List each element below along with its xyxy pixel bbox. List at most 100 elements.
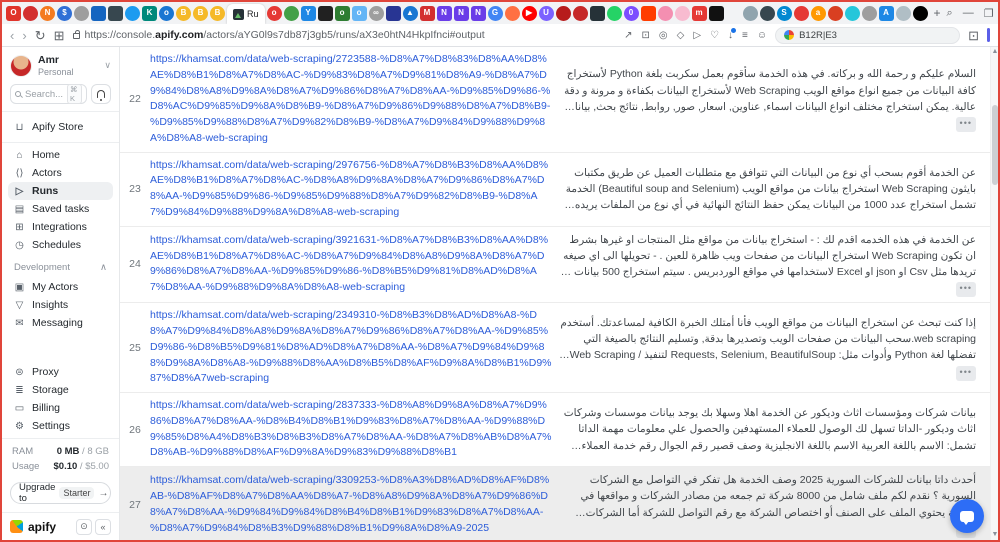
account-switcher[interactable]: Amr Personal ∨: [2, 47, 119, 82]
browser-tab-favicon[interactable]: ▶: [522, 6, 537, 21]
browser-tab-favicon[interactable]: [862, 6, 877, 21]
browser-tab-favicon[interactable]: [794, 6, 809, 21]
browser-tab-favicon[interactable]: o: [159, 6, 174, 21]
browser-tab-favicon[interactable]: K: [142, 6, 157, 21]
browser-tab-favicon[interactable]: [108, 6, 123, 21]
result-url-link[interactable]: https://khamsat.com/data/web-scraping/39…: [150, 233, 552, 296]
toolbar-icon[interactable]: ▷: [693, 30, 701, 41]
chat-widget-button[interactable]: [950, 499, 984, 533]
sidebar-item-messaging[interactable]: ✉ Messaging: [8, 314, 113, 332]
browser-tab-favicon[interactable]: $: [57, 6, 72, 21]
sidebar-item-runs[interactable]: ▷ Runs: [8, 182, 113, 200]
browser-tab-favicon[interactable]: [573, 6, 588, 21]
browser-tab-favicon[interactable]: [896, 6, 911, 21]
toolbar-icon[interactable]: ⊡: [642, 30, 650, 41]
browser-tab-favicon[interactable]: m: [692, 6, 707, 21]
result-url-link[interactable]: https://khamsat.com/data/web-scraping/27…: [150, 52, 552, 147]
browser-tab-favicon[interactable]: N: [471, 6, 486, 21]
browser-tab-favicon[interactable]: [23, 6, 38, 21]
scroll-up-icon[interactable]: ▲: [991, 47, 998, 57]
browser-tab-favicon[interactable]: [386, 6, 401, 21]
toolbar-icon[interactable]: ☺: [757, 30, 767, 41]
browser-tab-favicon[interactable]: [658, 6, 673, 21]
browser-tab-favicon[interactable]: B: [193, 6, 208, 21]
scrollbar[interactable]: ▲ ▼: [990, 47, 998, 540]
toolbar-icon[interactable]: ♡: [710, 30, 719, 41]
address-bar[interactable]: https://console.apify.com/actors/aYG0l9s…: [73, 29, 485, 41]
sidebar-item-my-actors[interactable]: ▣ My Actors: [8, 278, 113, 296]
browser-tab-favicon[interactable]: a: [811, 6, 826, 21]
upgrade-button[interactable]: Upgrade to Starter →: [10, 482, 111, 504]
search-input[interactable]: Search... ⌘ K: [10, 84, 87, 104]
collapse-sidebar-button[interactable]: «: [95, 519, 111, 535]
browser-tab-favicon[interactable]: [743, 6, 758, 21]
help-button[interactable]: ⊙: [76, 519, 92, 535]
browser-tab-favicon[interactable]: N: [40, 6, 55, 21]
toolbar-icon[interactable]: ≡: [742, 30, 748, 41]
browser-tab-favicon[interactable]: ∞: [369, 6, 384, 21]
browser-tab-favicon[interactable]: M: [420, 6, 435, 21]
result-url-link[interactable]: https://khamsat.com/data/web-scraping/33…: [150, 473, 552, 536]
sidebar-item-saved-tasks[interactable]: ▤ Saved tasks: [8, 200, 113, 218]
toolbar-icon[interactable]: ↗: [624, 30, 632, 41]
browser-tab-favicon[interactable]: [284, 6, 299, 21]
minimize-button[interactable]: —: [963, 7, 974, 19]
expand-more-button[interactable]: •••: [956, 117, 976, 132]
restore-button[interactable]: ❐: [984, 7, 994, 20]
expand-more-button[interactable]: •••: [956, 282, 976, 297]
browser-tab-favicon[interactable]: A: [879, 6, 894, 21]
browser-tab-favicon[interactable]: ▲: [403, 6, 418, 21]
browser-tab-favicon[interactable]: [760, 6, 775, 21]
forward-icon[interactable]: ›: [22, 29, 26, 42]
browser-tab-favicon[interactable]: [74, 6, 89, 21]
browser-tab-favicon[interactable]: N: [454, 6, 469, 21]
back-icon[interactable]: ‹: [10, 29, 14, 42]
browser-tab-favicon[interactable]: [675, 6, 690, 21]
result-url-link[interactable]: https://khamsat.com/data/web-scraping/23…: [150, 308, 552, 387]
browser-tab-favicon[interactable]: Y: [301, 6, 316, 21]
browser-tab-favicon[interactable]: [913, 6, 928, 21]
browser-tab-favicon[interactable]: [318, 6, 333, 21]
browser-tab-favicon[interactable]: S: [777, 6, 792, 21]
notifications-button[interactable]: [91, 84, 111, 104]
browser-tab-favicon[interactable]: [709, 6, 724, 21]
toolbar-icon[interactable]: ↓: [728, 30, 733, 41]
sidebar-item-proxy[interactable]: ⊜ Proxy: [8, 363, 113, 381]
scrollbar-thumb[interactable]: [992, 105, 998, 185]
browser-tab-favicon[interactable]: [828, 6, 843, 21]
sidebar-item-storage[interactable]: ≣ Storage: [8, 381, 113, 399]
browser-tab-favicon[interactable]: [726, 6, 741, 21]
browser-tab-favicon[interactable]: [590, 6, 605, 21]
reload-icon[interactable]: ↻: [35, 29, 46, 42]
development-section-header[interactable]: Development ∧: [2, 257, 119, 275]
browser-tab-favicon[interactable]: G: [488, 6, 503, 21]
toolbar-icon[interactable]: ◇: [677, 30, 685, 41]
tab-groups-icon[interactable]: ⊞: [54, 29, 65, 42]
expand-more-button[interactable]: •••: [956, 366, 976, 381]
toolbar-icon[interactable]: ◎: [659, 30, 668, 41]
browser-tab-favicon[interactable]: [125, 6, 140, 21]
browser-tab-favicon[interactable]: o: [335, 6, 350, 21]
sidebar-item-integrations[interactable]: ⊞ Integrations: [8, 218, 113, 236]
result-url-link[interactable]: https://khamsat.com/data/web-scraping/29…: [150, 158, 552, 221]
new-tab-button[interactable]: +: [930, 6, 945, 20]
browser-tab-favicon[interactable]: o: [267, 6, 282, 21]
google-search-widget[interactable]: B12R|E3: [775, 27, 960, 44]
browser-tab-favicon[interactable]: o: [352, 6, 367, 21]
browser-tab-favicon[interactable]: 0: [624, 6, 639, 21]
sidebar-item-home[interactable]: ⌂ Home: [8, 146, 113, 164]
browser-tab-favicon[interactable]: B: [210, 6, 225, 21]
browser-tab-favicon[interactable]: O: [6, 6, 21, 21]
browser-tab-favicon[interactable]: N: [437, 6, 452, 21]
extensions-icon[interactable]: ⊡: [968, 29, 979, 42]
sidebar-item-apify-store[interactable]: ⊔ Apify Store: [8, 118, 113, 136]
active-tab[interactable]: Ru: [227, 4, 265, 24]
sidebar-item-settings[interactable]: ⚙ Settings: [8, 417, 113, 435]
result-url-link[interactable]: https://khamsat.com/data/web-scraping/28…: [150, 398, 552, 461]
browser-tab-favicon[interactable]: [845, 6, 860, 21]
browser-tab-favicon[interactable]: [607, 6, 622, 21]
browser-tab-favicon[interactable]: [505, 6, 520, 21]
sidebar-item-schedules[interactable]: ◷ Schedules: [8, 236, 113, 254]
sidebar-item-billing[interactable]: ▭ Billing: [8, 399, 113, 417]
scroll-down-icon[interactable]: ▼: [991, 530, 998, 540]
